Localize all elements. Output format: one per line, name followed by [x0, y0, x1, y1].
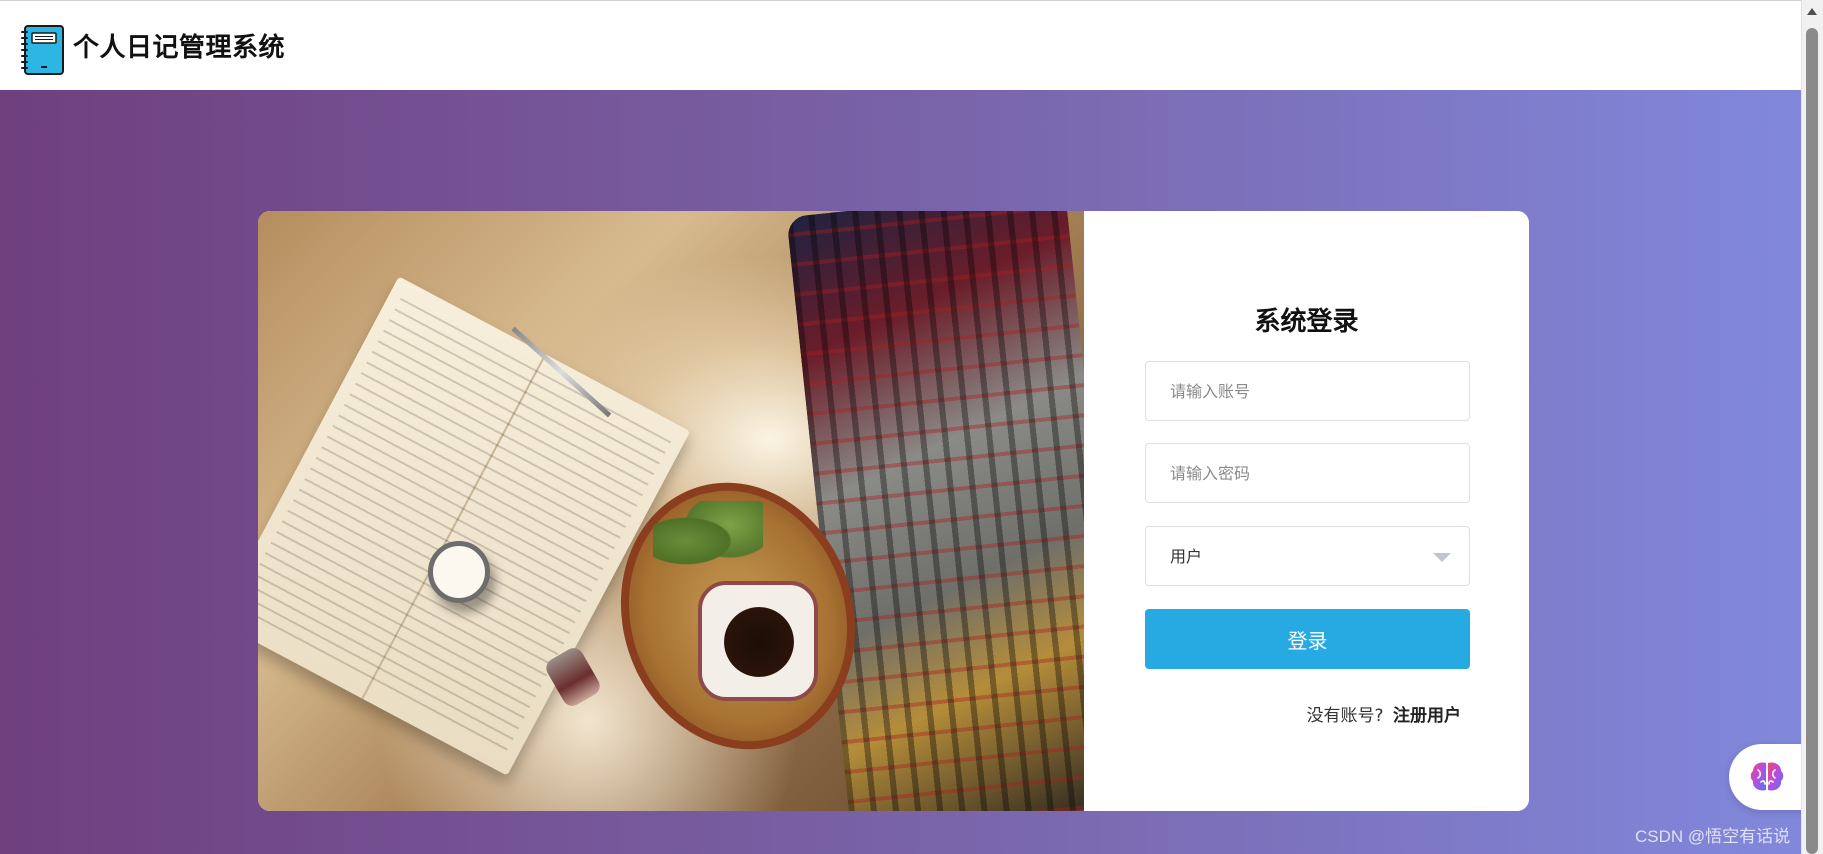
password-input[interactable] [1146, 444, 1469, 502]
login-card: 系统登录 用户 登录 没有账号? 注册用户 [258, 211, 1529, 811]
pocket-watch-image [428, 541, 490, 603]
page-scrollbar[interactable] [1801, 0, 1823, 854]
login-panel: 系统登录 用户 登录 没有账号? 注册用户 [1084, 211, 1529, 811]
coffee-image [724, 607, 794, 677]
role-select[interactable]: 用户 [1145, 526, 1470, 586]
watermark-text: CSDN @悟空有话说 [1635, 827, 1791, 846]
password-field[interactable] [1145, 443, 1470, 503]
app-header: 个人日记管理系统 [0, 0, 1801, 90]
open-book-image [258, 276, 691, 776]
app-title: 个人日记管理系统 [73, 33, 286, 63]
decorative-photo [258, 211, 1130, 811]
plant-image [653, 501, 763, 581]
notebook-icon [21, 25, 64, 75]
brain-icon [1750, 762, 1784, 791]
username-field[interactable] [1145, 361, 1470, 421]
role-select-value: 用户 [1170, 547, 1203, 566]
chevron-down-icon[interactable] [1433, 553, 1451, 562]
register-link[interactable]: 注册用户 [1393, 706, 1461, 726]
assistant-float-button[interactable] [1729, 744, 1807, 810]
scroll-thumb[interactable] [1806, 28, 1818, 854]
blankets-image [786, 211, 1130, 811]
no-account-text: 没有账号? [1306, 706, 1384, 726]
scroll-up-arrow-icon[interactable] [1807, 8, 1817, 15]
username-input[interactable] [1146, 362, 1469, 420]
login-button[interactable]: 登录 [1145, 609, 1470, 669]
login-title: 系统登录 [1254, 307, 1359, 337]
register-row: 没有账号? 注册用户 [1307, 701, 1461, 726]
